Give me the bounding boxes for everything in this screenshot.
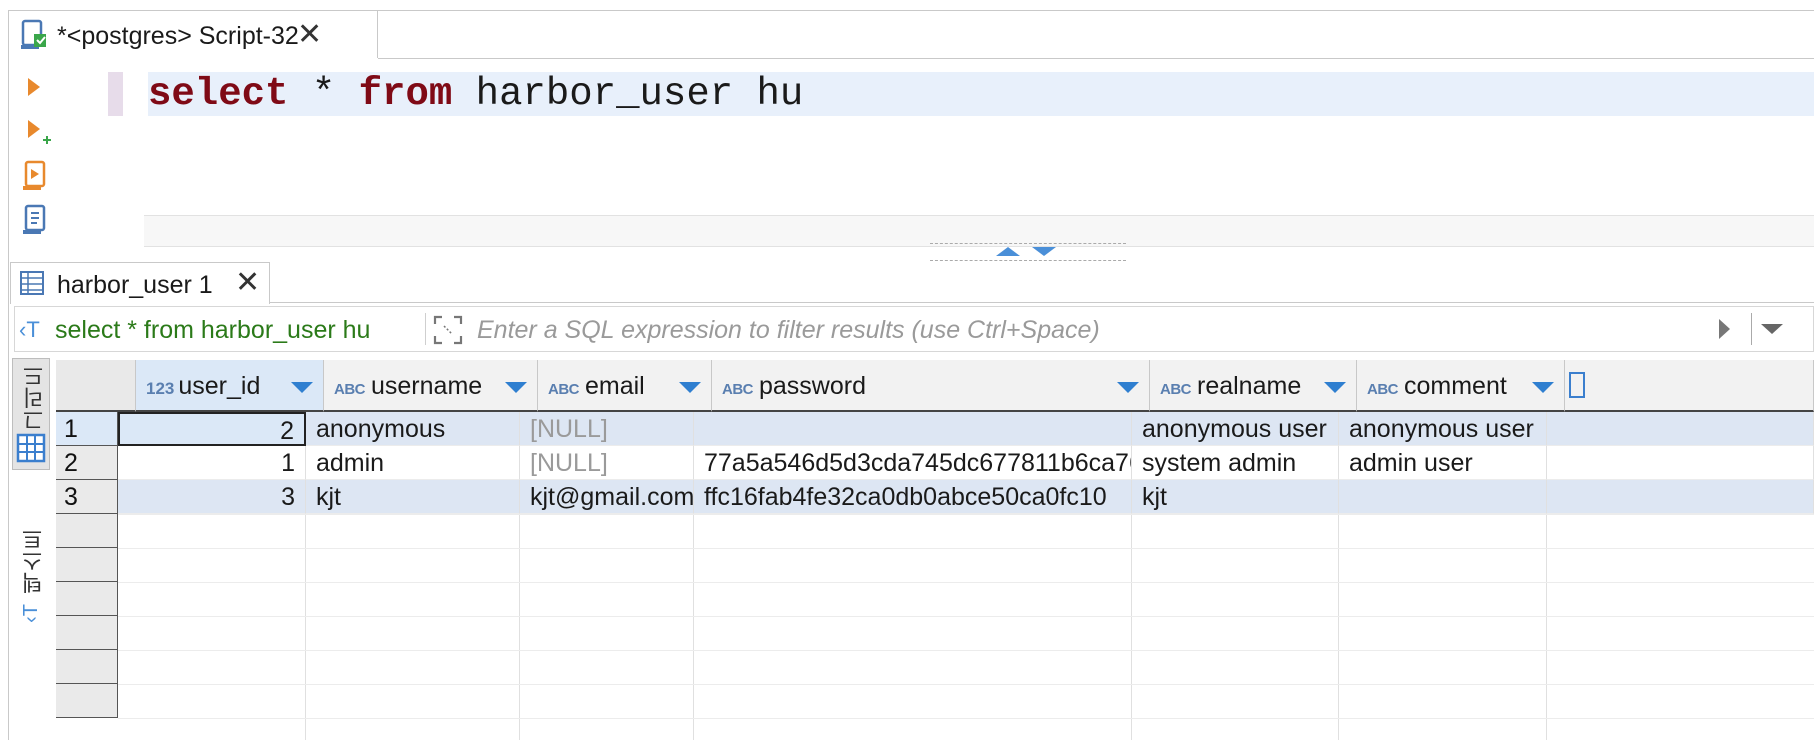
close-icon[interactable]: ✕ xyxy=(297,20,322,50)
empty-row-header xyxy=(56,616,118,650)
table-cell[interactable]: kjt xyxy=(306,480,520,514)
execute-statement-icon[interactable] xyxy=(26,76,42,103)
editor-tab-title: *<postgres> Script-32 xyxy=(57,22,299,50)
column-header-email[interactable]: ABC email xyxy=(538,360,712,412)
sql-star: * xyxy=(288,72,359,116)
column-name: realname xyxy=(1197,372,1302,400)
script-icon xyxy=(19,19,49,56)
grid-view-tab[interactable]: 그리드 xyxy=(12,358,50,470)
table-cell[interactable] xyxy=(1547,412,1814,446)
column-icon xyxy=(1569,372,1585,398)
column-name: username xyxy=(371,372,483,400)
table-cell[interactable]: kjt xyxy=(1132,480,1339,514)
empty-row-header xyxy=(56,582,118,616)
sort-icon[interactable] xyxy=(291,382,313,393)
execute-script-icon[interactable] xyxy=(20,160,50,197)
table-cell[interactable]: [NULL] xyxy=(520,412,694,446)
empty-row-header xyxy=(56,548,118,582)
result-tab-title: harbor_user 1 xyxy=(57,271,213,299)
explain-plan-icon[interactable] xyxy=(20,204,50,241)
column-name: comment xyxy=(1404,372,1507,400)
table-cell[interactable]: 1 xyxy=(118,446,306,480)
table-cell[interactable]: kjt@gmail.com xyxy=(520,480,694,514)
text-type-icon: ABC xyxy=(1367,381,1399,398)
tab-strip-border xyxy=(378,10,1814,59)
execute-new-tab-icon[interactable] xyxy=(26,118,52,151)
numeric-type-icon: 123 xyxy=(146,379,175,398)
result-tab[interactable]: harbor_user 1 ✕ xyxy=(10,262,270,304)
column-name: user_id xyxy=(178,372,261,400)
table-cell[interactable]: admin xyxy=(306,446,520,480)
table-cell[interactable] xyxy=(1547,446,1814,480)
empty-row-header xyxy=(56,650,118,684)
text-tab-label: 텍스트 xyxy=(21,528,46,594)
expand-icon[interactable] xyxy=(433,315,463,350)
table-cell[interactable]: 77a5a546d5d3cda745dc677811b6ca76 xyxy=(694,446,1132,480)
table-cell[interactable]: 3 xyxy=(118,480,306,514)
column-header-more[interactable] xyxy=(1565,360,1814,412)
sort-icon[interactable] xyxy=(505,382,527,393)
table-cell[interactable]: ffc16fab4fe32ca0db0abce50ca0fc10 xyxy=(694,480,1132,514)
text-type-icon: ABC xyxy=(722,381,754,398)
table-cell[interactable]: [NULL] xyxy=(520,446,694,480)
apply-filter-icon[interactable] xyxy=(1717,317,1733,346)
separator xyxy=(1751,313,1752,345)
row-number[interactable]: 1 xyxy=(56,412,118,446)
text-icon: ‹T xyxy=(20,604,42,623)
text-view-tab[interactable]: 텍스트 ‹T xyxy=(12,528,50,638)
column-name: password xyxy=(759,372,866,400)
sql-keyword: select xyxy=(148,72,289,116)
row-number[interactable]: 3 xyxy=(56,480,118,514)
text-type-icon: ABC xyxy=(1160,381,1192,398)
separator xyxy=(425,313,426,345)
text-type-icon: ABC xyxy=(548,381,580,398)
filter-bar: ‹T select * from harbor_user hu xyxy=(14,306,1814,352)
result-tab-strip xyxy=(250,302,1814,303)
grid-icon xyxy=(16,433,46,468)
table-cell[interactable] xyxy=(694,412,1132,446)
sort-icon[interactable] xyxy=(679,382,701,393)
row-number[interactable]: 2 xyxy=(56,446,118,480)
filter-history-dropdown-icon[interactable] xyxy=(1759,321,1785,342)
editor-tab[interactable]: *<postgres> Script-32 ✕ xyxy=(8,10,378,58)
text-type-icon: ABC xyxy=(334,381,366,398)
column-name: email xyxy=(585,372,645,400)
empty-row-header xyxy=(56,514,118,548)
sort-icon[interactable] xyxy=(1117,382,1139,393)
column-header-realname[interactable]: ABC realname xyxy=(1150,360,1357,412)
results-grid: 123 user_id ABC username ABC email ABC passw… xyxy=(56,360,1814,740)
sql-rest: harbor_user hu xyxy=(452,72,804,116)
table-cell[interactable] xyxy=(1547,480,1814,514)
close-icon[interactable]: ✕ xyxy=(235,268,260,298)
filter-input[interactable] xyxy=(475,313,1699,347)
filter-text-icon: ‹T xyxy=(19,317,40,342)
sql-editor-text[interactable]: select * from harbor_user hu xyxy=(148,70,803,118)
empty-row-header xyxy=(56,684,118,718)
panel-sash[interactable] xyxy=(930,243,1126,261)
filter-query-label[interactable]: select * from harbor_user hu xyxy=(55,316,370,345)
table-cell[interactable]: 2 xyxy=(118,412,306,446)
grid-corner xyxy=(56,360,136,412)
editor-border xyxy=(8,58,9,740)
column-header-user_id[interactable]: 123 user_id xyxy=(136,360,324,412)
sort-icon[interactable] xyxy=(1532,382,1554,393)
table-cell[interactable]: anonymous user xyxy=(1339,412,1547,446)
sort-icon[interactable] xyxy=(1324,382,1346,393)
table-cell[interactable]: anonymous xyxy=(306,412,520,446)
table-cell[interactable]: system admin xyxy=(1132,446,1339,480)
column-header-comment[interactable]: ABC comment xyxy=(1357,360,1565,412)
empty-grid-area xyxy=(118,514,1814,740)
table-cell[interactable]: admin user xyxy=(1339,446,1547,480)
table-icon xyxy=(19,270,45,301)
table-cell[interactable] xyxy=(1339,480,1547,514)
column-header-password[interactable]: ABC password xyxy=(712,360,1150,412)
table-cell[interactable]: anonymous user xyxy=(1132,412,1339,446)
statement-marker xyxy=(108,72,123,116)
column-header-username[interactable]: ABC username xyxy=(324,360,538,412)
view-switcher: 그리드 텍스트 ‹T xyxy=(12,358,52,740)
sql-keyword: from xyxy=(358,72,453,116)
grid-tab-label: 그리드 xyxy=(22,365,47,431)
